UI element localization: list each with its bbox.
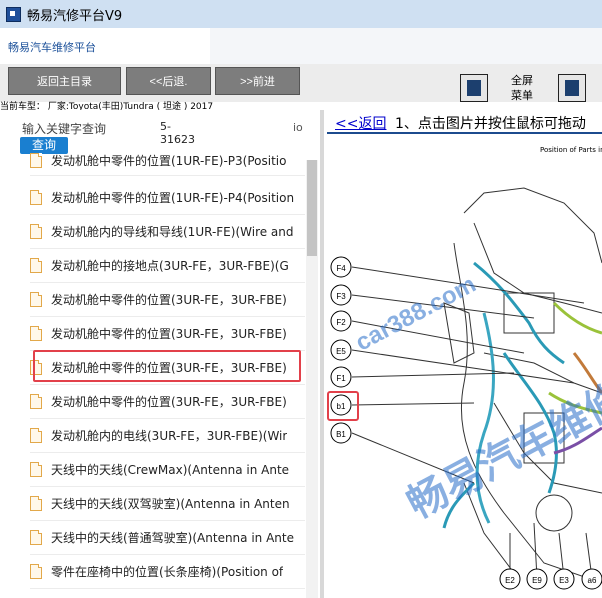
list-item[interactable]: 发动机舱中的接地点(3UR-FE，3UR-FBE)(G bbox=[30, 248, 305, 283]
document-icon bbox=[30, 563, 42, 579]
platform-subtitle: 畅易汽车维修平台 bbox=[8, 41, 96, 54]
document-icon bbox=[30, 257, 42, 273]
document-icon bbox=[30, 427, 42, 443]
title-bar: 畅易汽修平台V9 bbox=[0, 0, 602, 28]
list-item[interactable]: 天线中的天线(CrewMax)(Antenna in Ante bbox=[30, 452, 305, 487]
search-input[interactable]: 输入关键字查询 bbox=[22, 120, 106, 137]
document-icon bbox=[30, 291, 42, 307]
back-link[interactable]: <<返回 bbox=[335, 113, 386, 133]
subtitle-bar: 畅易汽车维修平台 bbox=[0, 28, 210, 64]
document-icon bbox=[30, 495, 42, 511]
list-item[interactable]: 发动机舱中零件的位置(3UR-FE，3UR-FBE) bbox=[30, 316, 305, 351]
document-icon bbox=[30, 189, 42, 205]
list-item[interactable]: 发动机舱中零件的位置(3UR-FE，3UR-FBE) bbox=[30, 384, 305, 419]
callout-label: B1 bbox=[336, 430, 346, 439]
list-item[interactable]: 发动机舱中零件的位置(1UR-FE)-P4(Position bbox=[30, 180, 305, 215]
list-item[interactable]: 发动机舱内的电线(3UR-FE，3UR-FBE)(Wir bbox=[30, 418, 305, 453]
document-icon bbox=[30, 152, 42, 168]
list-item[interactable]: 天线中的天线(普通驾驶室)(Antenna in Ante bbox=[30, 520, 305, 555]
callout-label: E2 bbox=[505, 576, 515, 585]
document-icon bbox=[30, 461, 42, 477]
collapse-icon bbox=[467, 80, 481, 96]
forward-button[interactable]: >>前进 bbox=[215, 67, 300, 95]
callout-label: F1 bbox=[336, 374, 346, 383]
subtitle-filler bbox=[210, 28, 602, 64]
fullscreen-menu-button[interactable]: 全屏 菜单 bbox=[507, 73, 537, 103]
back-button[interactable]: <<后退. bbox=[126, 67, 211, 95]
list-item[interactable]: 天线中的天线(双驾驶室)(Antenna in Anten bbox=[30, 486, 305, 521]
drag-instruction: 1、点击图片并按住鼠标可拖动 bbox=[395, 116, 586, 132]
fullscreen-label: 全屏 bbox=[511, 74, 533, 87]
list-item[interactable]: 发动机舱中零件的位置(3UR-FE，3UR-FBE) bbox=[30, 282, 305, 317]
search-code: 5- 31623 bbox=[160, 120, 195, 146]
window-title: 畅易汽修平台V9 bbox=[27, 8, 123, 24]
callout-label: a6 bbox=[588, 576, 597, 585]
callout-label: E5 bbox=[336, 347, 346, 356]
callout-label: F4 bbox=[336, 264, 346, 273]
collapse-pane-button[interactable] bbox=[460, 74, 488, 102]
list-item[interactable]: 零件在座椅中的位置(长条座椅)(Position of bbox=[30, 554, 305, 589]
expand-pane-button[interactable] bbox=[558, 74, 586, 102]
document-icon bbox=[30, 325, 42, 341]
callout-label: E3 bbox=[559, 576, 569, 585]
document-icon bbox=[30, 529, 42, 545]
main-menu-button[interactable]: 返回主目录 bbox=[8, 67, 121, 95]
app-icon bbox=[6, 6, 21, 22]
callout-label: F3 bbox=[336, 292, 346, 301]
callout-label: E9 bbox=[532, 576, 542, 585]
header-rule bbox=[327, 132, 602, 134]
menu-label: 菜单 bbox=[511, 89, 533, 102]
diagram-background bbox=[327, 153, 602, 598]
callout-label: F2 bbox=[336, 318, 346, 327]
search-suffix: io bbox=[293, 121, 303, 134]
expand-icon bbox=[565, 80, 579, 96]
engine-bay-diagram[interactable]: F4 F3 F2 E5 F1 b1 B1 E2 E9 E3 a6 bbox=[324, 153, 602, 598]
selected-item-highlight bbox=[33, 350, 301, 382]
document-icon bbox=[30, 223, 42, 239]
callout-label: b1 bbox=[337, 402, 346, 411]
list-scroll-thumb[interactable] bbox=[307, 160, 317, 256]
list-item[interactable]: 发动机舱内的导线和导线(1UR-FE)(Wire and bbox=[30, 214, 305, 249]
document-icon bbox=[30, 393, 42, 409]
list-item[interactable]: 发动机舱中零件的位置(1UR-FE)-P3(Positio bbox=[30, 145, 305, 176]
